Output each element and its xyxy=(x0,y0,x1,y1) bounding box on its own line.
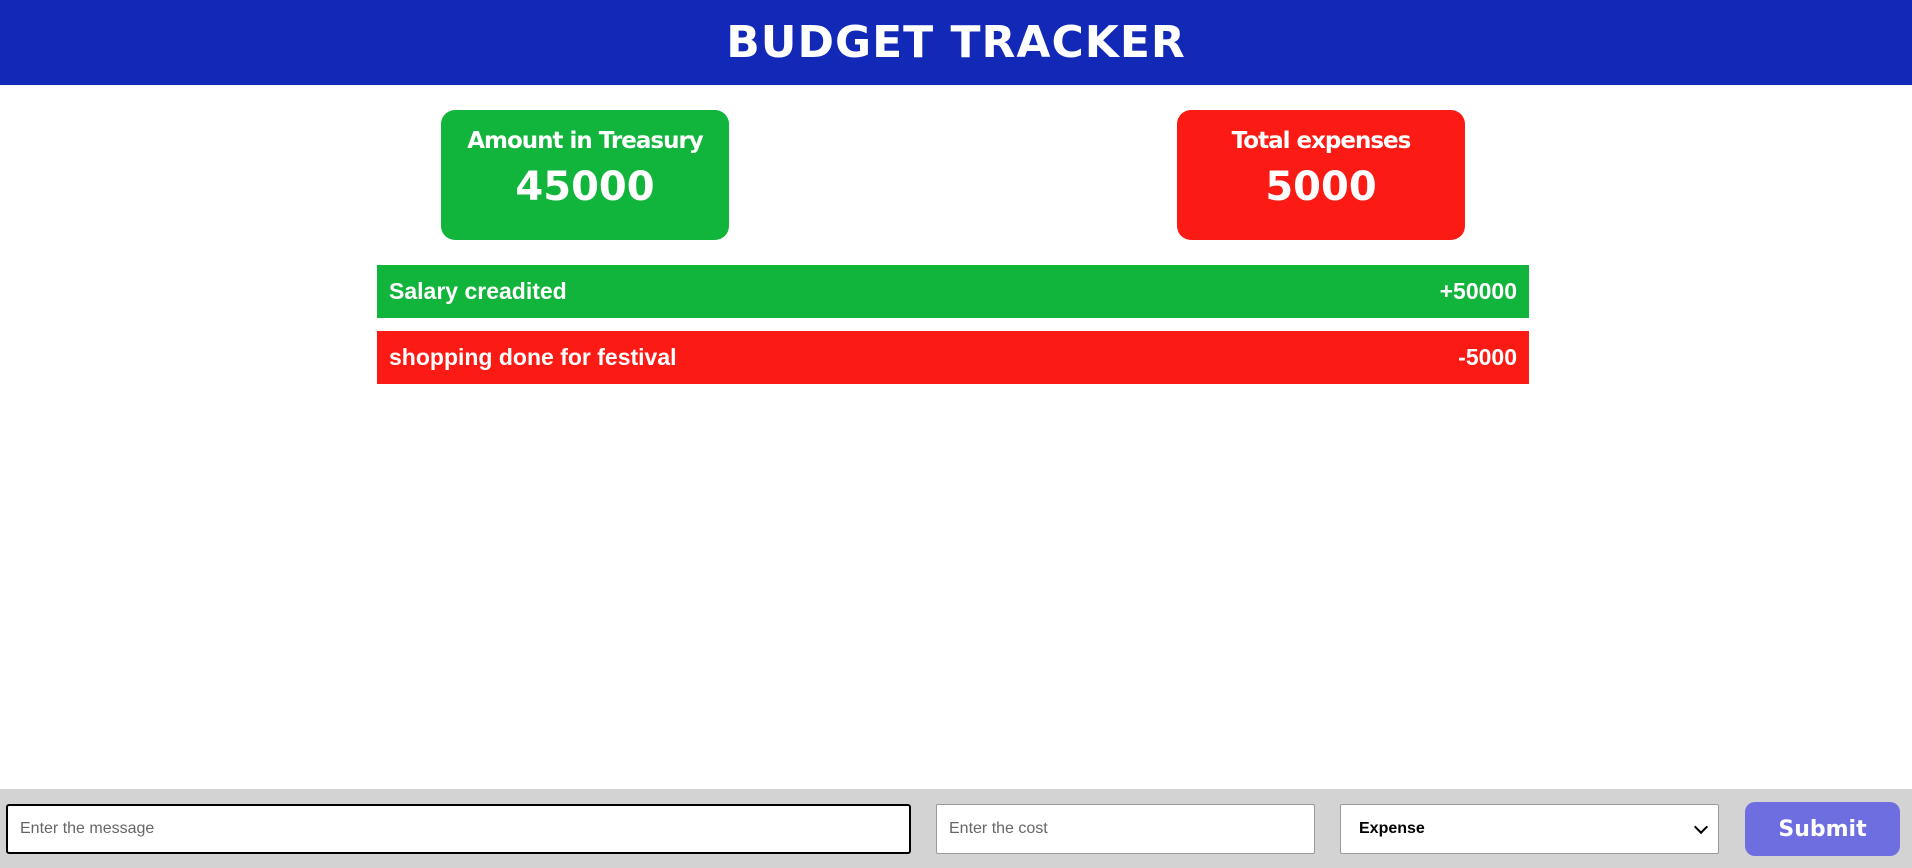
cost-input[interactable] xyxy=(936,804,1315,854)
entry-form-bar: Expense Submit xyxy=(0,789,1912,868)
transaction-row-income: Salary creadited +50000 xyxy=(377,265,1529,318)
transaction-amount: -5000 xyxy=(1458,344,1517,370)
transaction-description: Salary creadited xyxy=(389,278,567,304)
treasury-card: Amount in Treasury 45000 xyxy=(441,110,729,240)
expenses-card: Total expenses 5000 xyxy=(1177,110,1465,240)
budget-tracker-page: BUDGET TRACKER Amount in Treasury 45000 … xyxy=(0,0,1912,868)
expenses-label: Total expenses xyxy=(1231,128,1412,154)
submit-button[interactable]: Submit xyxy=(1745,802,1900,856)
treasury-label: Amount in Treasury xyxy=(467,128,704,154)
type-select-value: Expense xyxy=(1359,820,1425,837)
chevron-down-icon xyxy=(1693,819,1709,834)
header-bar: BUDGET TRACKER xyxy=(0,0,1912,85)
type-select[interactable]: Expense xyxy=(1340,804,1719,854)
transaction-amount: +50000 xyxy=(1439,278,1517,304)
message-input[interactable] xyxy=(6,804,911,854)
expenses-value: 5000 xyxy=(1265,164,1377,210)
page-title: BUDGET TRACKER xyxy=(726,17,1186,68)
transaction-row-expense: shopping done for festival -5000 xyxy=(377,331,1529,384)
transaction-description: shopping done for festival xyxy=(389,344,677,370)
treasury-value: 45000 xyxy=(515,164,655,210)
